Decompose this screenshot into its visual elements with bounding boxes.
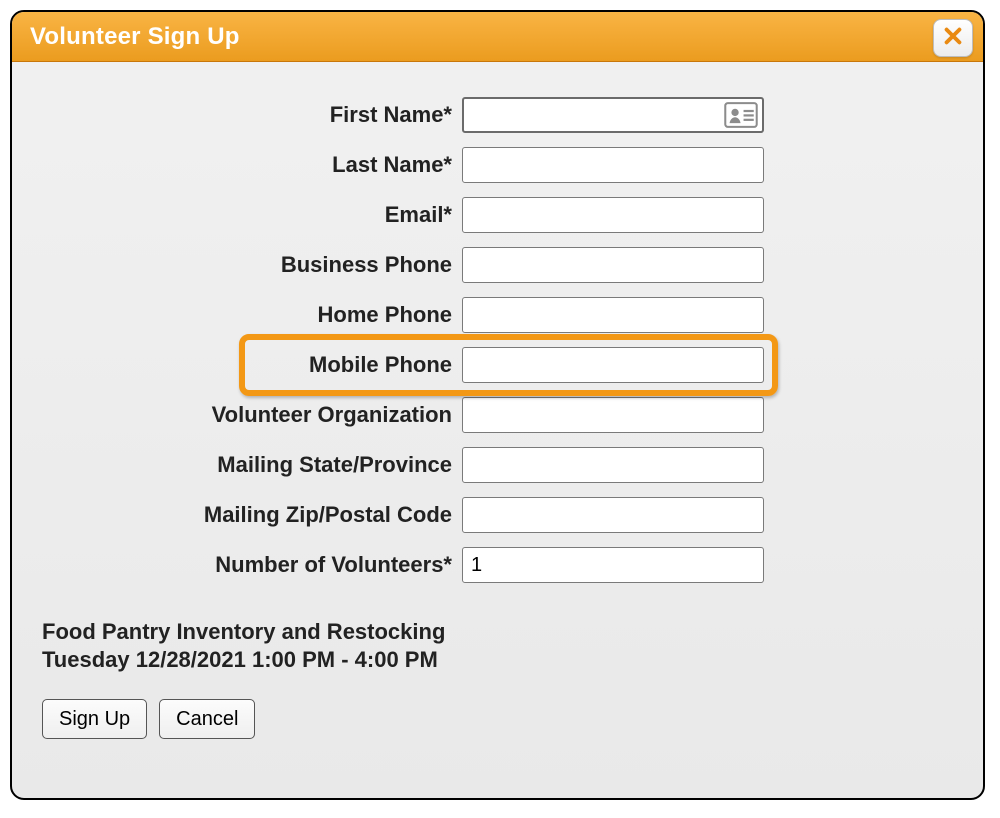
row-volunteer-org: Volunteer Organization xyxy=(32,390,963,440)
label-volunteer-org: Volunteer Organization xyxy=(32,402,452,428)
event-time: Tuesday 12/28/2021 1:00 PM - 4:00 PM xyxy=(42,646,963,674)
num-volunteers-input[interactable] xyxy=(462,547,764,583)
volunteer-org-input[interactable] xyxy=(462,397,764,433)
modal-header: Volunteer Sign Up xyxy=(12,12,983,62)
last-name-input[interactable] xyxy=(462,147,764,183)
row-home-phone: Home Phone xyxy=(32,290,963,340)
first-name-input[interactable] xyxy=(462,97,764,133)
row-num-volunteers: Number of Volunteers* xyxy=(32,540,963,590)
close-icon xyxy=(942,25,964,52)
label-business-phone: Business Phone xyxy=(32,252,452,278)
cancel-button[interactable]: Cancel xyxy=(159,699,255,739)
close-button[interactable] xyxy=(933,19,973,57)
row-last-name: Last Name* xyxy=(32,140,963,190)
label-mailing-zip: Mailing Zip/Postal Code xyxy=(32,502,452,528)
mailing-zip-input[interactable] xyxy=(462,497,764,533)
label-last-name: Last Name* xyxy=(32,152,452,178)
event-title: Food Pantry Inventory and Restocking xyxy=(42,618,963,646)
row-mailing-zip: Mailing Zip/Postal Code xyxy=(32,490,963,540)
row-mailing-state: Mailing State/Province xyxy=(32,440,963,490)
row-mobile-phone: Mobile Phone xyxy=(32,340,963,390)
label-email: Email* xyxy=(32,202,452,228)
label-mobile-phone: Mobile Phone xyxy=(32,352,452,378)
row-first-name: First Name* xyxy=(32,90,963,140)
label-mailing-state: Mailing State/Province xyxy=(32,452,452,478)
label-first-name: First Name* xyxy=(32,102,452,128)
label-num-volunteers: Number of Volunteers* xyxy=(32,552,452,578)
button-row: Sign Up Cancel xyxy=(32,699,963,739)
home-phone-input[interactable] xyxy=(462,297,764,333)
event-info: Food Pantry Inventory and Restocking Tue… xyxy=(32,618,963,673)
business-phone-input[interactable] xyxy=(462,247,764,283)
mailing-state-input[interactable] xyxy=(462,447,764,483)
modal-title: Volunteer Sign Up xyxy=(30,23,240,51)
label-home-phone: Home Phone xyxy=(32,302,452,328)
contact-card-icon xyxy=(724,101,758,129)
email-input[interactable] xyxy=(462,197,764,233)
sign-up-button[interactable]: Sign Up xyxy=(42,699,147,739)
modal-body: First Name* xyxy=(12,62,983,739)
volunteer-signup-modal: Volunteer Sign Up First Name* xyxy=(10,10,985,800)
row-business-phone: Business Phone xyxy=(32,240,963,290)
mobile-phone-input[interactable] xyxy=(462,347,764,383)
row-email: Email* xyxy=(32,190,963,240)
